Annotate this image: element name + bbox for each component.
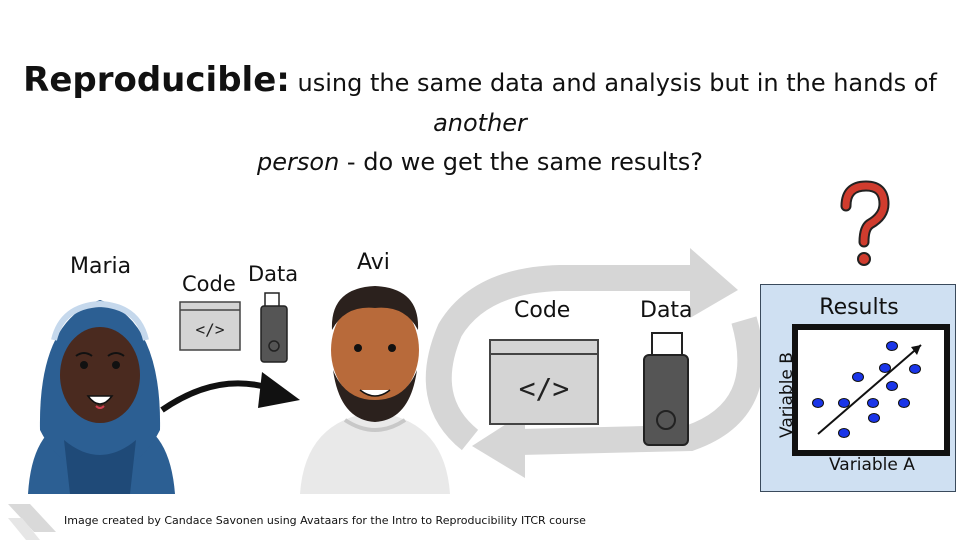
scatter-dot (868, 413, 880, 423)
results-plot-frame (792, 324, 950, 456)
svg-text:</>: </> (519, 372, 570, 405)
results-x-label: Variable A (829, 455, 915, 475)
cycle-code-icon: </> (489, 339, 599, 425)
scatter-dot (886, 381, 898, 391)
handoff-arrow (160, 372, 300, 413)
maria-name: Maria (70, 254, 132, 279)
scatter-dot (838, 428, 850, 438)
maria-code-label: Code (182, 272, 236, 296)
maria-usb-icon (260, 292, 288, 363)
maria-avatar (28, 300, 175, 494)
scatter-dot (879, 363, 891, 373)
scatter-dot (909, 364, 921, 374)
maria-code-icon: </> (179, 301, 241, 351)
question-mark-icon (840, 180, 890, 266)
avi-name: Avi (357, 250, 390, 275)
scatter-dot (852, 372, 864, 382)
cycle-data-label: Data (640, 298, 693, 323)
scatter-dot (898, 398, 910, 408)
scatter-dot (838, 398, 850, 408)
credit-text: Image created by Candace Savonen using A… (64, 514, 586, 527)
svg-text:</>: </> (196, 320, 225, 339)
results-panel: Results Variable B Variable A (760, 284, 956, 492)
scatter-dot (867, 398, 879, 408)
scatter-dot (812, 398, 824, 408)
scatter-dot (886, 341, 898, 351)
results-y-label: Variable B (777, 352, 797, 438)
maria-data-label: Data (248, 262, 299, 286)
cycle-usb-icon (643, 332, 689, 446)
cycle-code-label: Code (514, 298, 571, 323)
credit-logo-icon (8, 504, 56, 540)
